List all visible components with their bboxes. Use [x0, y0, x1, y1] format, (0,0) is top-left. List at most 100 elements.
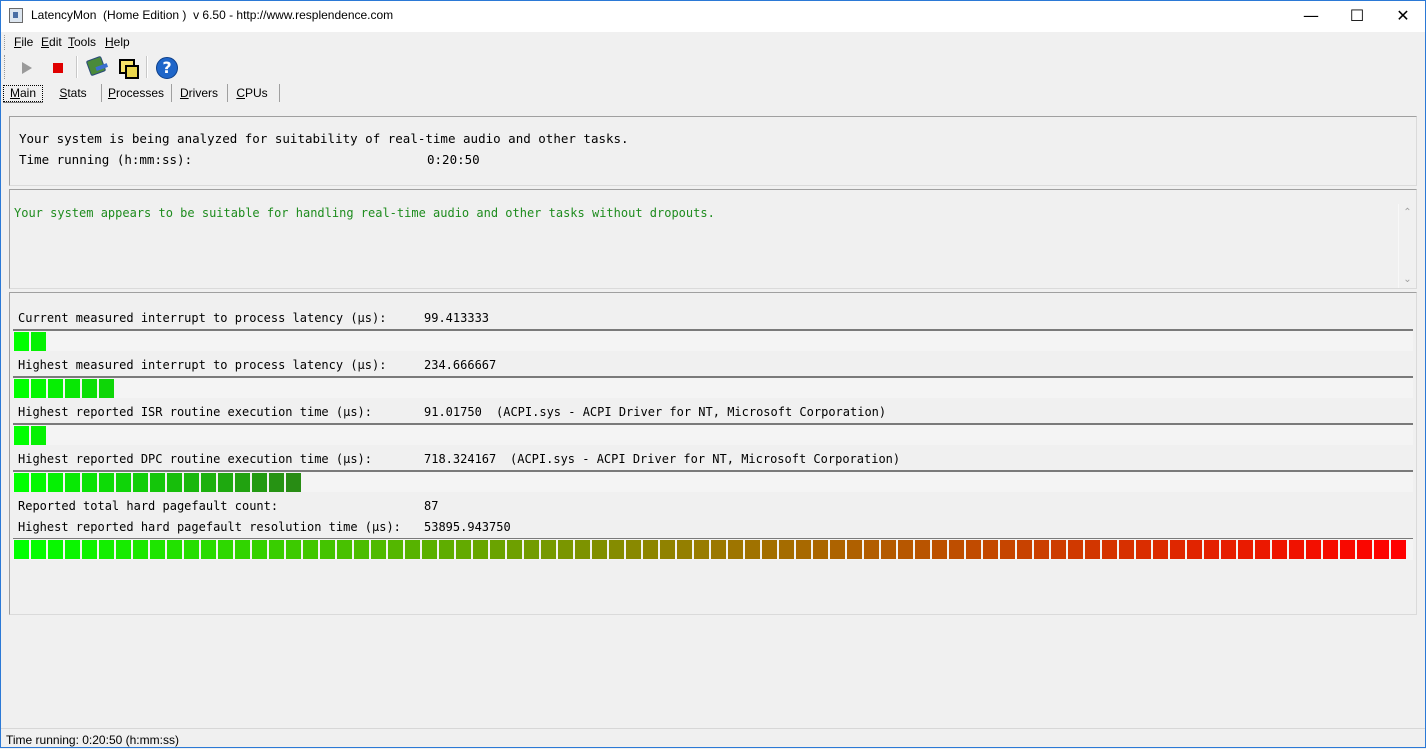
scroll-up-icon[interactable]: ⌃	[1399, 204, 1416, 221]
meter-segment	[218, 473, 235, 492]
metrics-panel: Current measured interrupt to process la…	[9, 292, 1417, 615]
meter-segment	[14, 540, 31, 559]
meter-segment	[167, 540, 184, 559]
menu-grip[interactable]	[4, 35, 7, 50]
analyze-drivers-icon	[85, 55, 107, 77]
meter-segment	[1255, 540, 1272, 559]
meter-segment	[898, 540, 915, 559]
menu-tools[interactable]: Tools	[68, 35, 96, 49]
minimize-button[interactable]: —	[1288, 0, 1334, 31]
meter-segment	[915, 540, 932, 559]
isr-label: Highest reported ISR routine execution t…	[18, 405, 373, 419]
meter-segment	[65, 540, 82, 559]
tab-drivers[interactable]: Drivers	[174, 84, 224, 102]
highest-latency-label: Highest measured interrupt to process la…	[18, 358, 387, 372]
stop-button[interactable]	[46, 56, 70, 80]
meter-segment	[1068, 540, 1085, 559]
meter-segment	[167, 473, 184, 492]
meter-segment	[286, 540, 303, 559]
meter-segment	[201, 473, 218, 492]
meter-segment	[201, 540, 218, 559]
help-button[interactable]: ?	[155, 56, 179, 80]
tab-main[interactable]: Main	[3, 85, 43, 103]
meter-segment	[269, 540, 286, 559]
isr-driver-detail: (ACPI.sys - ACPI Driver for NT, Microsof…	[496, 405, 887, 419]
pagefault-time-value: 53895.943750	[424, 520, 511, 534]
tab-processes[interactable]: Processes	[104, 84, 168, 102]
status-panel: Your system is being analyzed for suitab…	[9, 116, 1417, 186]
toolbar: ?	[0, 52, 1426, 82]
meter-segment	[813, 540, 830, 559]
menu-file[interactable]: File	[14, 35, 33, 49]
meter-segment	[796, 540, 813, 559]
meter-segment	[1153, 540, 1170, 559]
verdict-scrollbar[interactable]: ⌃ ⌄	[1398, 204, 1416, 288]
meter-segment	[507, 540, 524, 559]
meter-segment	[439, 540, 456, 559]
current-latency-value: 99.413333	[424, 311, 490, 325]
meter-segment	[388, 540, 405, 559]
meter-segment	[150, 473, 167, 492]
meter-segment	[99, 379, 116, 398]
analyze-drivers-button[interactable]	[84, 55, 108, 80]
menu-help[interactable]: Help	[105, 35, 130, 49]
toolbar-grip[interactable]	[4, 55, 7, 79]
isr-value: 91.01750	[424, 405, 482, 419]
meter-segment	[1204, 540, 1221, 559]
meter-segment	[983, 540, 1000, 559]
pagefault-count-value: 87	[424, 499, 439, 513]
meter-segment	[1238, 540, 1255, 559]
time-running-value: 0:20:50	[427, 152, 480, 167]
meter-segment	[218, 540, 235, 559]
meter-segment	[14, 473, 31, 492]
analysis-status-text: Your system is being analyzed for suitab…	[19, 131, 629, 146]
help-icon: ?	[156, 57, 178, 79]
meter-segment	[490, 540, 507, 559]
meter-segment	[48, 473, 65, 492]
latencymon-app-icon[interactable]	[9, 8, 23, 23]
scroll-down-icon[interactable]: ⌄	[1399, 271, 1416, 288]
time-running-label: Time running (h:mm:ss):	[19, 152, 193, 167]
windows-icon	[119, 59, 139, 79]
tab-stats[interactable]: Stats	[48, 84, 98, 102]
meter-segment	[422, 540, 439, 559]
start-button[interactable]	[14, 56, 38, 80]
meter-segment	[456, 540, 473, 559]
meter-segment	[711, 540, 728, 559]
meter-segment	[575, 540, 592, 559]
pagefault-count-label: Reported total hard pagefault count:	[18, 499, 279, 513]
meter-segment	[269, 473, 286, 492]
meter-segment	[881, 540, 898, 559]
close-button[interactable]: ✕	[1380, 0, 1426, 31]
meter-segment	[48, 379, 65, 398]
toolbar-separator	[146, 56, 148, 78]
meter-segment	[286, 473, 303, 492]
meter-segment	[1136, 540, 1153, 559]
meter-segment	[184, 540, 201, 559]
meter-segment	[14, 332, 31, 351]
meter-segment	[762, 540, 779, 559]
meter-segment	[235, 540, 252, 559]
meter-segment	[1272, 540, 1289, 559]
meter-segment	[643, 540, 660, 559]
meter-segment	[235, 473, 252, 492]
pagefault-time-bar	[13, 538, 1413, 560]
meter-segment	[1391, 540, 1408, 559]
meter-segment	[31, 473, 48, 492]
meter-segment	[677, 540, 694, 559]
maximize-button[interactable]: ☐	[1334, 0, 1380, 31]
menu-edit[interactable]: Edit	[41, 35, 62, 49]
status-bar: Time running: 0:20:50 (h:mm:ss)	[0, 728, 1426, 749]
tab-separator	[227, 84, 228, 102]
meter-segment	[932, 540, 949, 559]
verdict-panel: Your system appears to be suitable for h…	[9, 189, 1417, 289]
meter-segment	[14, 379, 31, 398]
isr-bar	[13, 423, 1413, 445]
meter-segment	[524, 540, 541, 559]
windows-button[interactable]	[116, 56, 140, 80]
meter-segment	[82, 540, 99, 559]
meter-segment	[779, 540, 796, 559]
tab-cpus[interactable]: CPUs	[230, 84, 274, 102]
meter-segment	[1170, 540, 1187, 559]
meter-segment	[65, 379, 82, 398]
